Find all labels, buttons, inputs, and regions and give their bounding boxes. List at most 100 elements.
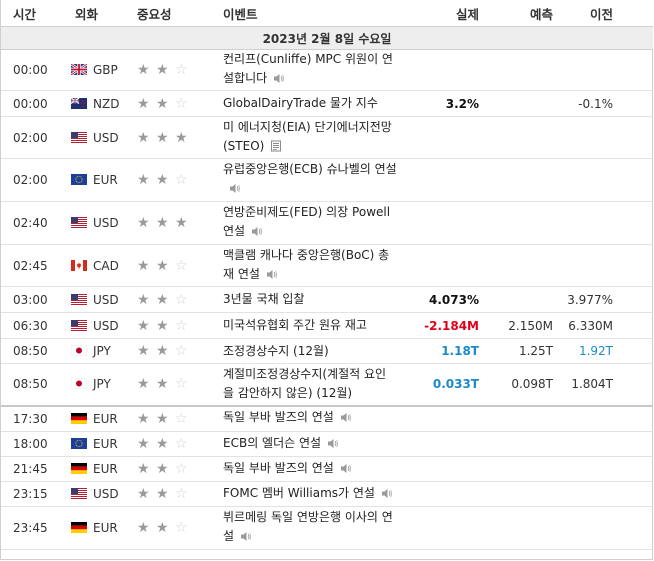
star-empty-icon: ☆ (175, 291, 188, 308)
star-filled-icon: ★ (156, 520, 169, 536)
event-cell: 유럽중앙은행(ECB) 슈나벨의 연설 (219, 158, 399, 202)
event-cell: 독일 부바 발즈의 연설 (219, 456, 399, 482)
event-row[interactable]: 06:30 USD ★ ★ ☆ 미국석유협회 주간 원유 재고 -2.184M 2.150M 6… (1, 312, 653, 339)
event-row[interactable]: 00:00 NZD ★ ★ ☆ GlobalDairyTrade 물가 지수 3.2% -0.… (1, 90, 653, 117)
flag-gb-icon (71, 63, 93, 77)
event-row[interactable]: 18:00 EUR ★ ★ ☆ ECB의 엘더슨 연설 (1, 431, 653, 457)
event-title[interactable]: ECB의 엘더슨 연설 (223, 436, 321, 450)
event-actual (399, 481, 483, 507)
event-title[interactable]: 독일 부바 발즈의 연설 (223, 461, 334, 475)
event-title[interactable]: 독일 부바 발즈의 연설 (223, 410, 334, 424)
event-row[interactable]: 00:00 GBP ★ ★ ☆ 컨리프(Cunliffe) MPC 위원이 연설합니다 (1, 49, 653, 91)
flag-nz-icon (71, 97, 93, 111)
header-actual[interactable]: 실제 (399, 0, 483, 27)
flag-de-icon (71, 412, 93, 426)
event-cell: 조정경상수지 (12월) (219, 338, 399, 364)
event-title[interactable]: 컨리프(Cunliffe) MPC 위원이 연설합니다 (223, 52, 393, 85)
event-row[interactable]: 08:50 JPY ★ ★ ☆ 계절미조정경상수지(계절적 요인을 감안하지 않은) (1… (1, 363, 653, 407)
event-row[interactable]: 03:00 USD ★ ★ ☆ 3년물 국채 입찰 4.073% 3.977% (1, 286, 653, 313)
event-title[interactable]: GlobalDairyTrade 물가 지수 (223, 96, 378, 110)
event-importance: ★ ★ ☆ (133, 312, 219, 339)
event-actual: 1.18T (399, 338, 483, 364)
event-cell: 맥클램 캐나다 중앙은행(BoC) 총재 연설 (219, 244, 399, 287)
star-empty-icon: ☆ (175, 461, 188, 477)
currency-code: CAD (93, 258, 119, 273)
speaker-icon (340, 410, 352, 429)
event-importance: ★ ★ ☆ (133, 158, 219, 202)
event-row[interactable]: 23:45 EUR ★ ★ ☆ 뷔르메링 독일 연방은행 이사의 연설 (1, 506, 653, 550)
event-importance: ★ ★ ☆ (133, 431, 219, 457)
event-row[interactable]: 17:30 EUR ★ ★ ☆ 독일 부바 발즈의 연설 (1, 405, 653, 432)
event-row[interactable]: 02:45 CAD ★ ★ ☆ 맥클램 캐나다 중앙은행(BoC) 총재 연설 (1, 244, 653, 287)
event-row[interactable]: 21:45 EUR ★ ★ ☆ 독일 부바 발즈의 연설 (1, 456, 653, 482)
event-cell: ECB의 엘더슨 연설 (219, 431, 399, 457)
header-currency[interactable]: 외화 (67, 0, 133, 27)
event-row[interactable]: 02:40 USD ★ ★ ★ 연방준비제도(FED) 의장 Powell 연설 (1, 201, 653, 245)
event-forecast: 1.25T (483, 338, 567, 364)
event-previous (567, 158, 653, 202)
event-previous (567, 431, 653, 457)
event-title[interactable]: FOMC 멤버 Williams가 연설 (223, 486, 375, 500)
star-filled-icon: ★ (156, 317, 169, 334)
event-actual: 4.073% (399, 286, 483, 313)
event-forecast (483, 90, 567, 117)
event-actual (399, 244, 483, 287)
event-title[interactable]: 연방준비제도(FED) 의장 Powell 연설 (223, 205, 390, 238)
event-previous (567, 201, 653, 245)
event-row[interactable]: 02:00 EUR ★ ★ ☆ 유럽중앙은행(ECB) 슈나벨의 연설 (1, 158, 653, 202)
header-previous[interactable]: 이전 (567, 0, 653, 27)
star-filled-icon: ★ (156, 129, 169, 146)
event-cell: 컨리프(Cunliffe) MPC 위원이 연설합니다 (219, 49, 399, 91)
event-time: 02:00 (1, 116, 67, 159)
star-filled-icon: ★ (137, 62, 150, 78)
event-title[interactable]: 유럽중앙은행(ECB) 슈나벨의 연설 (223, 162, 397, 176)
event-importance: ★ ★ ☆ (133, 244, 219, 287)
event-title[interactable]: 조정경상수지 (12월) (223, 344, 329, 358)
event-forecast (483, 405, 567, 432)
event-row[interactable]: 23:15 USD ★ ★ ☆ FOMC 멤버 Williams가 연설 (1, 481, 653, 507)
event-row[interactable]: 02:00 USD ★ ★ ★ 미 에너지청(EIA) 단기에너지전망(STEO) (1, 116, 653, 159)
event-title[interactable]: 미 에너지청(EIA) 단기에너지전망(STEO) (223, 120, 392, 153)
event-cell: 독일 부바 발즈의 연설 (219, 405, 399, 432)
date-label: 2023년 2월 8일 수요일 (1, 26, 653, 50)
star-filled-icon: ★ (175, 215, 188, 231)
header-event[interactable]: 이벤트 (219, 0, 399, 27)
header-time[interactable]: 시간 (1, 0, 67, 27)
event-previous (567, 116, 653, 159)
event-time: 18:00 (1, 431, 67, 457)
star-filled-icon: ★ (156, 62, 169, 78)
flag-eu-icon (71, 173, 93, 187)
event-importance: ★ ★ ☆ (133, 405, 219, 432)
header-importance[interactable]: 중요성 (133, 0, 219, 27)
star-filled-icon: ★ (137, 215, 150, 231)
event-forecast (483, 286, 567, 313)
event-row[interactable]: 08:50 JPY ★ ★ ☆ 조정경상수지 (12월) 1.18T 1.25T 1.92T (1, 338, 653, 364)
flag-de-icon (71, 521, 93, 535)
event-currency: GBP (67, 49, 133, 91)
event-title[interactable]: 맥클램 캐나다 중앙은행(BoC) 총재 연설 (223, 248, 389, 281)
star-filled-icon: ★ (137, 461, 150, 477)
header-forecast[interactable]: 예측 (483, 0, 567, 27)
star-empty-icon: ☆ (175, 436, 188, 452)
star-empty-icon: ☆ (175, 486, 188, 502)
star-filled-icon: ★ (156, 461, 169, 477)
star-filled-icon: ★ (156, 376, 169, 393)
event-time: 23:15 (1, 481, 67, 507)
event-previous: 3.977% (567, 286, 653, 313)
flag-de-icon (71, 462, 93, 476)
event-title[interactable]: 미국석유협회 주간 원유 재고 (223, 318, 367, 332)
currency-code: USD (93, 487, 119, 501)
star-filled-icon: ★ (137, 520, 150, 536)
currency-code: EUR (93, 521, 118, 535)
event-currency: EUR (67, 506, 133, 550)
star-empty-icon: ☆ (175, 343, 188, 359)
event-currency: JPY (67, 363, 133, 407)
event-title[interactable]: 계절미조정경상수지(계절적 요인을 감안하지 않은) (12월) (223, 367, 386, 400)
star-empty-icon: ☆ (175, 95, 188, 112)
flag-us-icon (71, 319, 93, 333)
flag-us-icon (71, 293, 93, 307)
event-forecast (483, 158, 567, 202)
event-title[interactable]: 3년물 국채 입찰 (223, 292, 305, 306)
event-currency: CAD (67, 244, 133, 287)
star-empty-icon: ☆ (175, 317, 188, 334)
